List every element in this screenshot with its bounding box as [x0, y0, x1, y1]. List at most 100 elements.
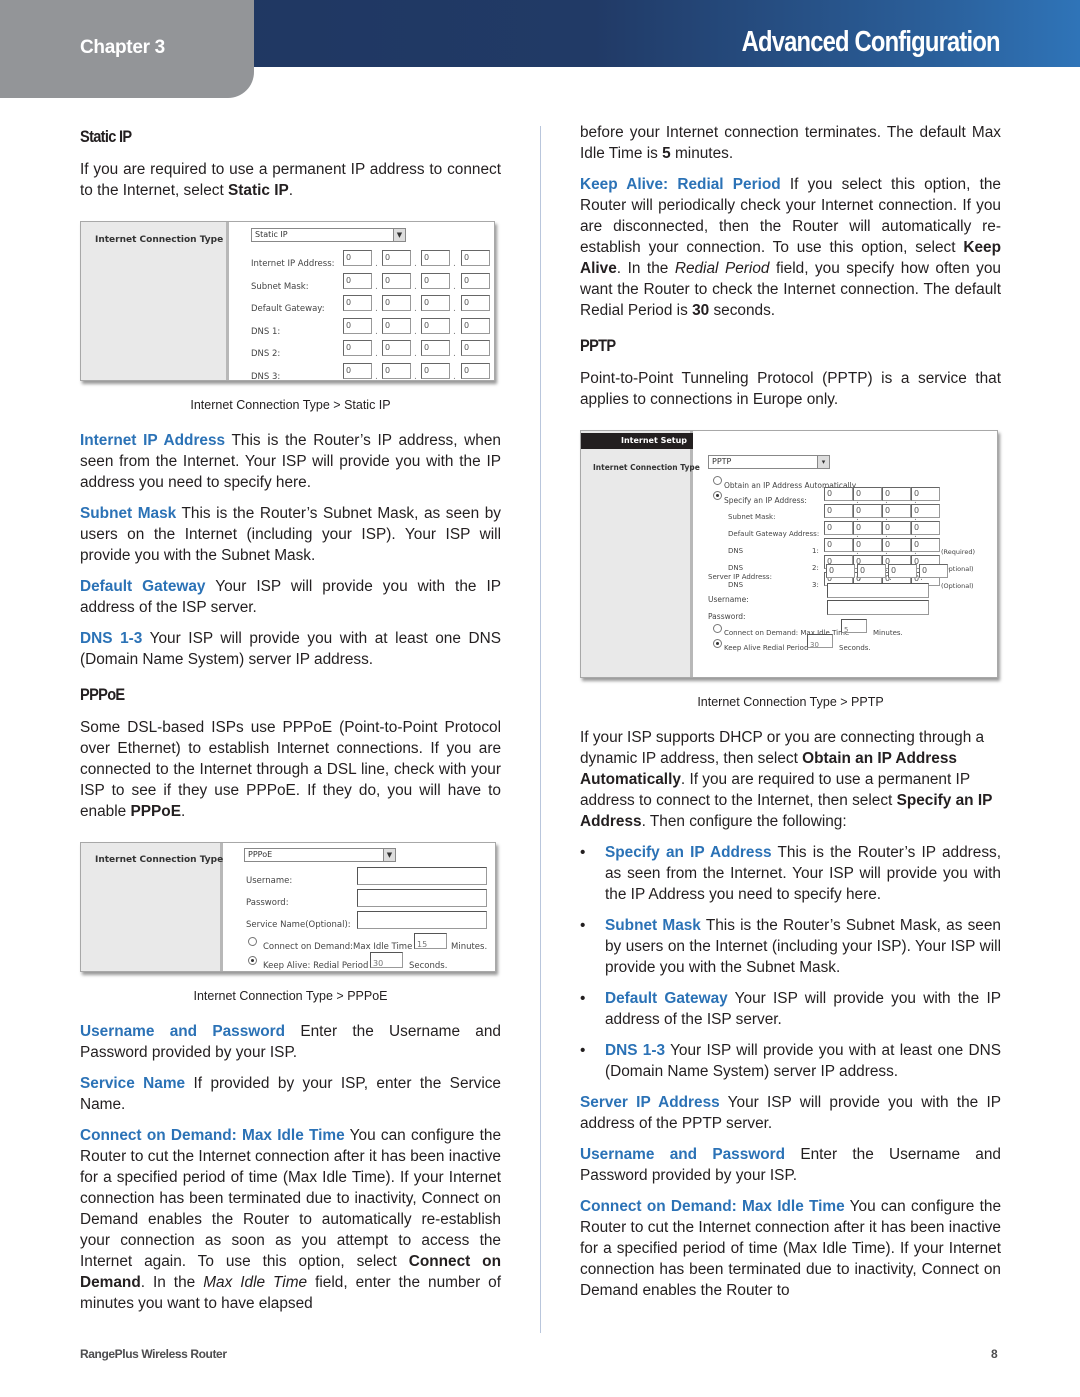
- connection-type-label: Internet Connection Type: [95, 235, 224, 245]
- continuation-paragraph: before your Internet connection terminat…: [580, 124, 1001, 162]
- ip-separator: .: [414, 349, 417, 359]
- server-ip-octet-input[interactable]: 0: [888, 564, 917, 578]
- ip-octet-input[interactable]: 0: [382, 295, 411, 311]
- chevron-down-icon: ▼: [383, 849, 395, 861]
- ip-octet-input[interactable]: 0: [343, 272, 372, 289]
- term-label: Service Name: [80, 1075, 186, 1092]
- ip-octet-input[interactable]: 0: [421, 340, 450, 356]
- ip-octet-input[interactable]: 0: [421, 250, 450, 266]
- keep-alive-radio[interactable]: [248, 956, 257, 965]
- ip-separator: .: [453, 259, 456, 269]
- ip-octet-input[interactable]: 0: [853, 521, 882, 535]
- ip-octet-input[interactable]: 0: [382, 340, 411, 356]
- term-label: Specify an IP Address: [605, 844, 772, 861]
- max-idle-time-input[interactable]: 15: [414, 933, 447, 949]
- ip-octet-input[interactable]: 0: [461, 317, 490, 334]
- ip-octet-input[interactable]: 0: [343, 340, 372, 356]
- connection-type-select[interactable]: Static IP ▼: [251, 228, 406, 242]
- ip-octet-input[interactable]: 0: [882, 487, 911, 501]
- pppoe-screenshot: Internet Connection Type PPPoE ▼ Username…: [80, 842, 496, 972]
- ip-separator: .: [453, 371, 456, 382]
- ip-octet-input[interactable]: 0: [343, 317, 372, 334]
- ip-octet-input[interactable]: 0: [882, 504, 911, 518]
- ip-octet-input[interactable]: 0: [461, 295, 490, 311]
- ip-octet-input[interactable]: 0: [421, 272, 450, 289]
- ip-octet-input[interactable]: 0: [382, 317, 411, 334]
- ip-octet-input[interactable]: 0: [421, 362, 450, 379]
- ip-octet-input[interactable]: 0: [853, 504, 882, 518]
- ip-octet-input[interactable]: 0: [824, 504, 853, 518]
- ip-octet-input[interactable]: 0: [824, 538, 853, 552]
- ip-octet-input[interactable]: 0: [824, 487, 853, 501]
- connection-type-select[interactable]: PPTP ▾: [708, 455, 830, 469]
- ip-octet-input[interactable]: 0: [461, 362, 490, 379]
- term-label: DNS 1-3: [80, 630, 143, 647]
- seconds-label: Seconds.: [409, 961, 448, 971]
- ip-octet-input[interactable]: 0: [882, 521, 911, 535]
- ip-octet-input[interactable]: 0: [382, 272, 411, 289]
- section-heading-pppoe: PPPoE: [80, 685, 125, 704]
- page-title: Advanced Configuration: [741, 26, 1001, 58]
- ip-octet-input[interactable]: 0: [882, 538, 911, 552]
- figure-caption: Internet Connection Type > Static IP: [190, 398, 391, 412]
- ip-octet-input[interactable]: 0: [343, 295, 372, 311]
- server-ip-octet-input[interactable]: 0: [857, 564, 886, 578]
- ip-separator: .: [414, 281, 417, 292]
- ip-octet-input[interactable]: 0: [911, 538, 940, 552]
- password-input[interactable]: [827, 600, 929, 615]
- ip-octet-input[interactable]: 0: [853, 538, 882, 552]
- ip-octet-input[interactable]: 0: [343, 250, 372, 266]
- bullet-item: Default Gateway Your ISP will provide yo…: [580, 988, 1001, 1030]
- ip-octet-input[interactable]: 0: [911, 504, 940, 518]
- right-column: before your Internet connection terminat…: [580, 122, 1001, 1311]
- page-number: 8: [991, 1347, 998, 1361]
- static-ip-intro: If you are required to use a permanent I…: [80, 161, 501, 199]
- connect-on-demand-radio[interactable]: [713, 624, 722, 633]
- bullet-item: Subnet Mask This is the Router’s Subnet …: [580, 915, 1001, 978]
- ip-octet-input[interactable]: 0: [421, 295, 450, 311]
- static-ip-screenshot: Internet Connection Type Static IP ▼ Inte…: [80, 221, 495, 382]
- definition-item: DNS 1-3 Your ISP will provide you with a…: [80, 628, 501, 670]
- ip-octet-input[interactable]: 0: [421, 317, 450, 334]
- ip-octet-input[interactable]: 0: [911, 487, 940, 501]
- term-description: Your ISP will provide you with at least …: [80, 630, 501, 668]
- username-input[interactable]: [357, 867, 487, 885]
- server-ip-label: Server IP Address:: [708, 573, 772, 581]
- chevron-down-icon: ▼: [393, 229, 405, 241]
- connection-type-label: Internet Connection Type: [593, 463, 700, 472]
- ip-octet-input[interactable]: 0: [853, 487, 882, 501]
- keep-alive-radio[interactable]: [713, 639, 722, 648]
- term-label: Username and Password: [80, 1023, 286, 1040]
- redial-period-input[interactable]: 30: [370, 952, 403, 968]
- ip-octet-input[interactable]: 0: [911, 521, 940, 535]
- password-input[interactable]: [357, 889, 487, 907]
- connect-on-demand-radio[interactable]: [248, 937, 257, 946]
- redial-period-input[interactable]: 30: [807, 634, 833, 649]
- ip-octet-input[interactable]: 0: [461, 272, 490, 289]
- definition-item: Username and Password Enter the Username…: [580, 1144, 1001, 1186]
- ip-octet-input[interactable]: 0: [382, 250, 411, 266]
- server-ip-octet-input[interactable]: 0: [826, 564, 855, 578]
- obtain-ip-radio[interactable]: [713, 476, 722, 485]
- term-label: Default Gateway: [605, 990, 728, 1007]
- specify-ip-radio[interactable]: [713, 491, 722, 500]
- definition-item: Subnet Mask This is the Router’s Subnet …: [80, 503, 501, 566]
- ip-octet-input[interactable]: 0: [461, 250, 490, 266]
- term-description: Your ISP will provide you with at least …: [605, 1042, 1001, 1080]
- connection-type-select[interactable]: PPPoE ▼: [244, 848, 396, 862]
- password-label: Password:: [246, 898, 289, 908]
- chapter-label: Chapter 3: [80, 37, 165, 58]
- field-label: Internet IP Address:: [251, 259, 335, 269]
- ip-separator: .: [375, 349, 378, 359]
- definition-item: Default Gateway Your ISP will provide yo…: [80, 576, 501, 618]
- ip-octet-input[interactable]: 0: [461, 340, 490, 356]
- max-idle-time-input[interactable]: 5: [841, 619, 867, 634]
- term-label: Connect on Demand: Max Idle Time: [580, 1198, 845, 1215]
- username-input[interactable]: [827, 583, 929, 598]
- ip-separator: .: [453, 304, 456, 314]
- ip-octet-input[interactable]: 0: [343, 362, 372, 379]
- service-name-input[interactable]: [357, 911, 487, 929]
- ip-octet-input[interactable]: 0: [382, 362, 411, 379]
- ip-octet-input[interactable]: 0: [824, 521, 853, 535]
- server-ip-octet-input[interactable]: 0: [919, 564, 948, 578]
